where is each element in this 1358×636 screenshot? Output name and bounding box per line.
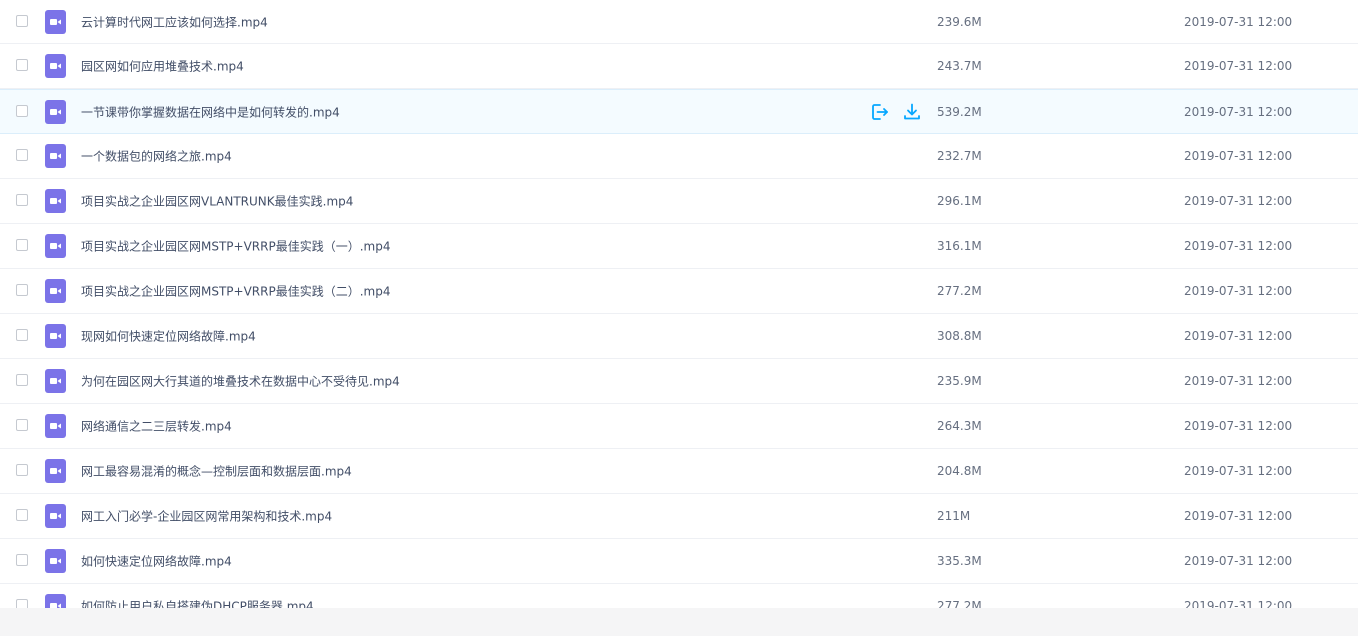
file-row[interactable]: 如何防止用户私自搭建伪DHCP服务器.mp4 277.2M 2019-07-31… bbox=[0, 584, 1358, 608]
row-checkbox[interactable] bbox=[16, 284, 28, 296]
row-checkbox[interactable] bbox=[16, 194, 28, 206]
file-size: 316.1M bbox=[937, 239, 982, 253]
video-file-icon bbox=[45, 414, 66, 438]
file-date: 2019-07-31 12:00 bbox=[1184, 599, 1293, 608]
file-size: 539.2M bbox=[937, 104, 982, 119]
video-file-icon bbox=[45, 189, 66, 213]
file-row[interactable]: 园区网如何应用堆叠技术.mp4 243.7M 2019-07-31 12:00 bbox=[0, 44, 1358, 89]
row-checkbox[interactable] bbox=[16, 149, 28, 161]
row-checkbox[interactable] bbox=[16, 104, 28, 117]
file-name[interactable]: 为何在园区网大行其道的堆叠技术在数据中心不受待见.mp4 bbox=[81, 373, 400, 390]
video-file-icon bbox=[45, 144, 66, 168]
video-file-icon bbox=[45, 369, 66, 393]
download-icon[interactable] bbox=[902, 102, 922, 122]
file-date: 2019-07-31 12:00 bbox=[1184, 104, 1293, 119]
file-size: 211M bbox=[937, 509, 971, 523]
file-date: 2019-07-31 12:00 bbox=[1184, 14, 1293, 29]
row-checkbox[interactable] bbox=[16, 509, 28, 521]
file-size: 296.1M bbox=[937, 194, 982, 208]
video-file-icon bbox=[45, 324, 66, 348]
file-name[interactable]: 一个数据包的网络之旅.mp4 bbox=[81, 148, 232, 165]
file-name[interactable]: 园区网如何应用堆叠技术.mp4 bbox=[81, 58, 244, 75]
file-row[interactable]: 网工入门必学-企业园区网常用架构和技术.mp4 211M 2019-07-31 … bbox=[0, 494, 1358, 539]
row-checkbox[interactable] bbox=[16, 59, 28, 71]
file-date: 2019-07-31 12:00 bbox=[1184, 239, 1293, 253]
file-row-hovered[interactable]: 一节课带你掌握数据在网络中是如何转发的.mp4 539.2M 2019-07-3… bbox=[0, 89, 1358, 134]
video-file-icon bbox=[45, 54, 66, 78]
file-size: 335.3M bbox=[937, 554, 982, 568]
row-checkbox[interactable] bbox=[16, 374, 28, 386]
file-size: 308.8M bbox=[937, 329, 982, 343]
file-date: 2019-07-31 12:00 bbox=[1184, 464, 1293, 478]
file-size: 243.7M bbox=[937, 59, 982, 73]
file-name[interactable]: 如何防止用户私自搭建伪DHCP服务器.mp4 bbox=[81, 598, 314, 609]
file-name[interactable]: 项目实战之企业园区网MSTP+VRRP最佳实践（一）.mp4 bbox=[81, 238, 390, 255]
video-file-icon bbox=[45, 549, 66, 573]
video-file-icon bbox=[45, 99, 66, 124]
file-row[interactable]: 为何在园区网大行其道的堆叠技术在数据中心不受待见.mp4 235.9M 2019… bbox=[0, 359, 1358, 404]
video-file-icon bbox=[45, 234, 66, 258]
file-name[interactable]: 一节课带你掌握数据在网络中是如何转发的.mp4 bbox=[81, 103, 340, 120]
row-checkbox[interactable] bbox=[16, 599, 28, 608]
video-file-icon bbox=[45, 459, 66, 483]
share-icon[interactable] bbox=[870, 102, 890, 122]
file-row[interactable]: 网工最容易混淆的概念—控制层面和数据层面.mp4 204.8M 2019-07-… bbox=[0, 449, 1358, 494]
file-name[interactable]: 如何快速定位网络故障.mp4 bbox=[81, 553, 232, 570]
row-checkbox[interactable] bbox=[16, 419, 28, 431]
video-file-icon bbox=[45, 594, 66, 608]
file-row[interactable]: 网络通信之二三层转发.mp4 264.3M 2019-07-31 12:00 bbox=[0, 404, 1358, 449]
file-size: 235.9M bbox=[937, 374, 982, 388]
file-row[interactable]: 项目实战之企业园区网MSTP+VRRP最佳实践（二）.mp4 277.2M 20… bbox=[0, 269, 1358, 314]
video-file-icon bbox=[45, 279, 66, 303]
file-row[interactable]: 一个数据包的网络之旅.mp4 232.7M 2019-07-31 12:00 bbox=[0, 134, 1358, 179]
row-checkbox[interactable] bbox=[16, 14, 28, 27]
file-name[interactable]: 云计算时代网工应该如何选择.mp4 bbox=[81, 13, 268, 30]
file-name[interactable]: 项目实战之企业园区网MSTP+VRRP最佳实践（二）.mp4 bbox=[81, 283, 390, 300]
file-date: 2019-07-31 12:00 bbox=[1184, 509, 1293, 523]
row-checkbox[interactable] bbox=[16, 239, 28, 251]
file-name[interactable]: 网络通信之二三层转发.mp4 bbox=[81, 418, 232, 435]
file-size: 232.7M bbox=[937, 149, 982, 163]
row-checkbox[interactable] bbox=[16, 554, 28, 566]
file-size: 204.8M bbox=[937, 464, 982, 478]
file-date: 2019-07-31 12:00 bbox=[1184, 194, 1293, 208]
file-size: 239.6M bbox=[937, 14, 982, 29]
file-date: 2019-07-31 12:00 bbox=[1184, 374, 1293, 388]
row-actions bbox=[870, 102, 922, 122]
file-date: 2019-07-31 12:00 bbox=[1184, 284, 1293, 298]
row-checkbox[interactable] bbox=[16, 464, 28, 476]
file-list: 云计算时代网工应该如何选择.mp4 239.6M 2019-07-31 12:0… bbox=[0, 0, 1358, 608]
file-size: 264.3M bbox=[937, 419, 982, 433]
file-name[interactable]: 项目实战之企业园区网VLANTRUNK最佳实践.mp4 bbox=[81, 193, 353, 210]
file-date: 2019-07-31 12:00 bbox=[1184, 419, 1293, 433]
bottom-bar bbox=[0, 608, 1358, 636]
video-file-icon bbox=[45, 504, 66, 528]
file-date: 2019-07-31 12:00 bbox=[1184, 554, 1293, 568]
file-name[interactable]: 现网如何快速定位网络故障.mp4 bbox=[81, 328, 256, 345]
file-name[interactable]: 网工入门必学-企业园区网常用架构和技术.mp4 bbox=[81, 508, 332, 525]
file-name[interactable]: 网工最容易混淆的概念—控制层面和数据层面.mp4 bbox=[81, 463, 352, 480]
file-size: 277.2M bbox=[937, 599, 982, 608]
file-date: 2019-07-31 12:00 bbox=[1184, 329, 1293, 343]
file-row[interactable]: 项目实战之企业园区网MSTP+VRRP最佳实践（一）.mp4 316.1M 20… bbox=[0, 224, 1358, 269]
file-date: 2019-07-31 12:00 bbox=[1184, 149, 1293, 163]
file-date: 2019-07-31 12:00 bbox=[1184, 59, 1293, 73]
video-file-icon bbox=[45, 9, 66, 34]
file-row[interactable]: 如何快速定位网络故障.mp4 335.3M 2019-07-31 12:00 bbox=[0, 539, 1358, 584]
file-size: 277.2M bbox=[937, 284, 982, 298]
row-checkbox[interactable] bbox=[16, 329, 28, 341]
file-row[interactable]: 现网如何快速定位网络故障.mp4 308.8M 2019-07-31 12:00 bbox=[0, 314, 1358, 359]
file-row[interactable]: 项目实战之企业园区网VLANTRUNK最佳实践.mp4 296.1M 2019-… bbox=[0, 179, 1358, 224]
file-row[interactable]: 云计算时代网工应该如何选择.mp4 239.6M 2019-07-31 12:0… bbox=[0, 0, 1358, 44]
